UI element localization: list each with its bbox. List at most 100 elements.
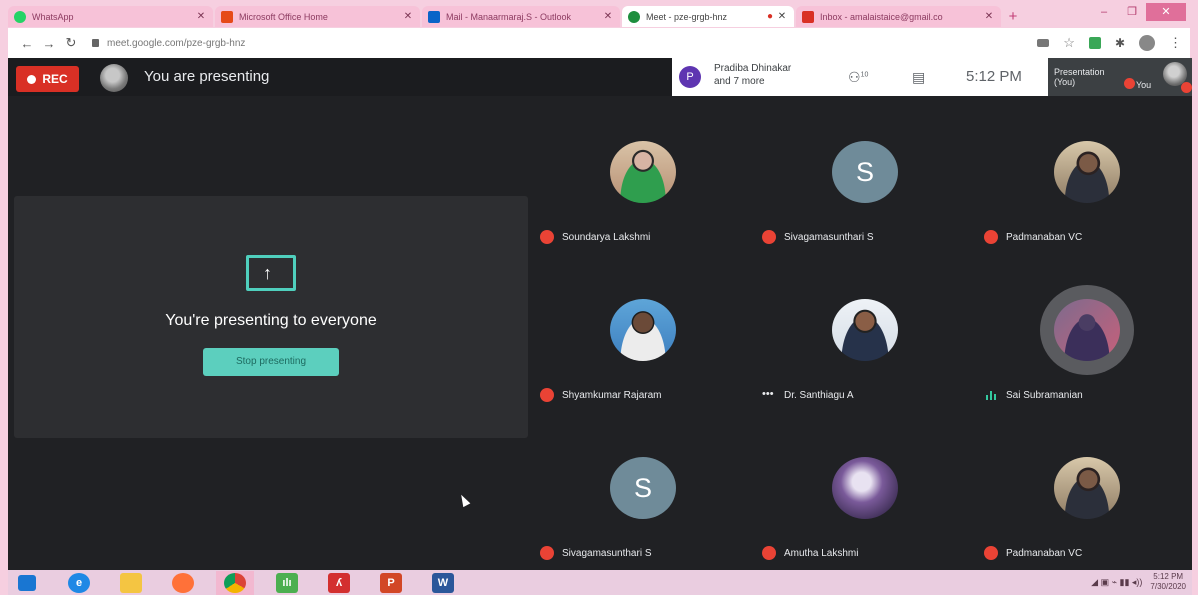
participant-tile[interactable]: Padmanaban VC — [976, 412, 1196, 570]
close-icon[interactable]: ✕ — [402, 11, 414, 22]
participant-name: Dr. Santhiagu A — [784, 390, 854, 401]
firefox-icon — [172, 572, 194, 593]
presenter-avatar — [100, 64, 128, 92]
participant-tile[interactable]: S Sivagamasunthari S — [754, 96, 974, 254]
participants-summary[interactable]: Pradiba Dhinakar and 7 more — [714, 62, 791, 88]
system-tray: ◢ ▣ ⌁ ▮▮ ◂)) 5:12 PM 7/30/2020 — [1091, 572, 1186, 592]
tab-office[interactable]: Microsoft Office Home ✕ — [215, 6, 420, 27]
mic-off-icon — [984, 230, 998, 244]
presenting-message: You're presenting to everyone — [165, 312, 377, 329]
new-tab-button[interactable]: + — [1003, 6, 1023, 27]
forward-arrow-icon[interactable]: → — [38, 36, 60, 51]
toolbar-icons: ☆ ✱ ⋮ — [1037, 35, 1182, 51]
taskbar-date: 7/30/2020 — [1150, 582, 1186, 591]
close-icon[interactable]: ✕ — [983, 11, 995, 22]
mic-off-icon — [1124, 78, 1135, 89]
outlook-icon — [428, 10, 440, 23]
participant-initial-avatar: S — [610, 457, 676, 519]
you-label: You — [1136, 80, 1152, 90]
participant-photo — [610, 141, 676, 203]
participant-photo — [832, 457, 898, 519]
mic-off-icon — [762, 230, 776, 244]
stop-presenting-button[interactable]: Stop presenting — [203, 348, 339, 376]
address-bar[interactable]: meet.google.com/pze-grgb-hnz — [92, 38, 1037, 49]
participant-tile[interactable]: Padmanaban VC — [976, 96, 1196, 254]
star-icon[interactable]: ☆ — [1063, 35, 1075, 51]
rec-label: REC — [42, 72, 68, 86]
tray-icons[interactable]: ◢ ▣ ⌁ ▮▮ ◂)) — [1091, 577, 1142, 588]
taskbar-chart-app[interactable]: ılı — [268, 571, 306, 595]
mic-off-icon — [540, 230, 554, 244]
presenting-status: You are presenting — [144, 68, 270, 85]
people-count: 10 — [860, 71, 869, 79]
participant-tile[interactable]: Soundarya Lakshmi — [532, 96, 752, 254]
taskbar-time: 5:12 PM — [1153, 572, 1184, 581]
back-arrow-icon[interactable]: ← — [16, 36, 38, 51]
participant-name: Sivagamasunthari S — [562, 548, 652, 559]
chrome-icon — [224, 572, 246, 593]
participant-avatar: P — [679, 66, 701, 88]
screen: WhatsApp ✕ Microsoft Office Home ✕ Mail … — [0, 0, 1198, 595]
close-icon[interactable]: ✕ — [195, 11, 207, 22]
taskbar-file-explorer[interactable] — [112, 571, 150, 595]
tab-gmail[interactable]: Inbox - amalaistaice@gmail.co ✕ — [796, 6, 1001, 27]
self-view-thumbnail[interactable]: You — [1122, 58, 1192, 96]
folder-icon — [120, 572, 142, 593]
participant-tile[interactable]: ••• Dr. Santhiagu A — [754, 254, 974, 412]
taskbar-internet-explorer[interactable]: e — [60, 571, 98, 595]
maximize-button[interactable]: ❐ — [1118, 3, 1146, 21]
mic-off-icon — [540, 546, 554, 560]
participant-name: Padmanaban VC — [1006, 232, 1083, 243]
taskbar-firefox[interactable] — [164, 571, 202, 595]
tab-whatsapp[interactable]: WhatsApp ✕ — [8, 6, 213, 27]
taskbar-powerpoint[interactable]: P — [372, 571, 410, 595]
participant-tile[interactable]: S Sivagamasunthari S — [532, 412, 752, 570]
menu-icon[interactable]: ⋮ — [1169, 35, 1182, 51]
whatsapp-icon — [14, 10, 26, 23]
mic-off-icon — [540, 388, 554, 402]
meet-icon — [628, 10, 640, 23]
presentation-thumbnail[interactable]: Presentation (You) — [1048, 58, 1122, 96]
meeting-time: 5:12 PM — [966, 68, 1022, 85]
presentation-label: Presentation — [1054, 67, 1105, 77]
participant-name: Sivagamasunthari S — [784, 232, 874, 243]
taskbar-chrome[interactable] — [216, 570, 254, 595]
start-button[interactable] — [8, 571, 46, 595]
extension-icon[interactable] — [1088, 37, 1101, 49]
taskbar-word[interactable]: W — [424, 571, 462, 595]
word-icon: W — [432, 572, 454, 593]
camera-icon[interactable] — [1037, 39, 1050, 47]
participant-name: Amutha Lakshmi — [784, 548, 859, 559]
chat-icon[interactable]: ▤ — [912, 69, 925, 86]
participant-tile[interactable]: Sai Subramanian — [976, 254, 1196, 412]
close-icon[interactable]: ✕ — [602, 11, 614, 22]
profile-avatar[interactable] — [1139, 35, 1155, 51]
people-icon[interactable]: ⚇10 — [848, 69, 868, 86]
recording-badge[interactable]: REC — [16, 66, 79, 92]
mic-off-icon — [762, 546, 776, 560]
participant-photo — [610, 299, 676, 361]
participant-grid: Soundarya Lakshmi S Sivagamasunthari S P… — [532, 96, 1192, 570]
reload-icon[interactable]: ↻ — [60, 35, 82, 51]
window-controls: – ❐ ✕ — [1090, 3, 1186, 23]
presenting-panel: ↑ You're presenting to everyone Stop pre… — [14, 196, 528, 438]
puzzle-icon[interactable]: ✱ — [1115, 36, 1125, 50]
more-options-icon[interactable]: ••• — [762, 388, 778, 402]
browser-tab-strip: WhatsApp ✕ Microsoft Office Home ✕ Mail … — [8, 3, 1190, 27]
participant-tile[interactable]: Amutha Lakshmi — [754, 412, 974, 570]
gmail-icon — [802, 10, 814, 23]
participant-photo — [1054, 141, 1120, 203]
taskbar-clock[interactable]: 5:12 PM 7/30/2020 — [1150, 572, 1186, 592]
tab-outlook[interactable]: Mail - Manaarmaraj.S - Outlook ✕ — [422, 6, 620, 27]
taskbar-acrobat[interactable]: ʎ — [320, 571, 358, 595]
recording-dot-icon: ● — [766, 11, 774, 22]
chart-icon: ılı — [276, 572, 298, 593]
participant-initial-avatar: S — [832, 141, 898, 203]
participant-tile[interactable]: Shyamkumar Rajaram — [532, 254, 752, 412]
minimize-button[interactable]: – — [1090, 3, 1118, 21]
window-close-button[interactable]: ✕ — [1146, 3, 1186, 21]
close-icon[interactable]: ✕ — [776, 11, 788, 22]
tab-meet[interactable]: Meet - pze-grgb-hnz ● ✕ — [622, 6, 794, 27]
lock-icon — [92, 39, 99, 47]
speaking-wave-icon — [984, 388, 998, 402]
